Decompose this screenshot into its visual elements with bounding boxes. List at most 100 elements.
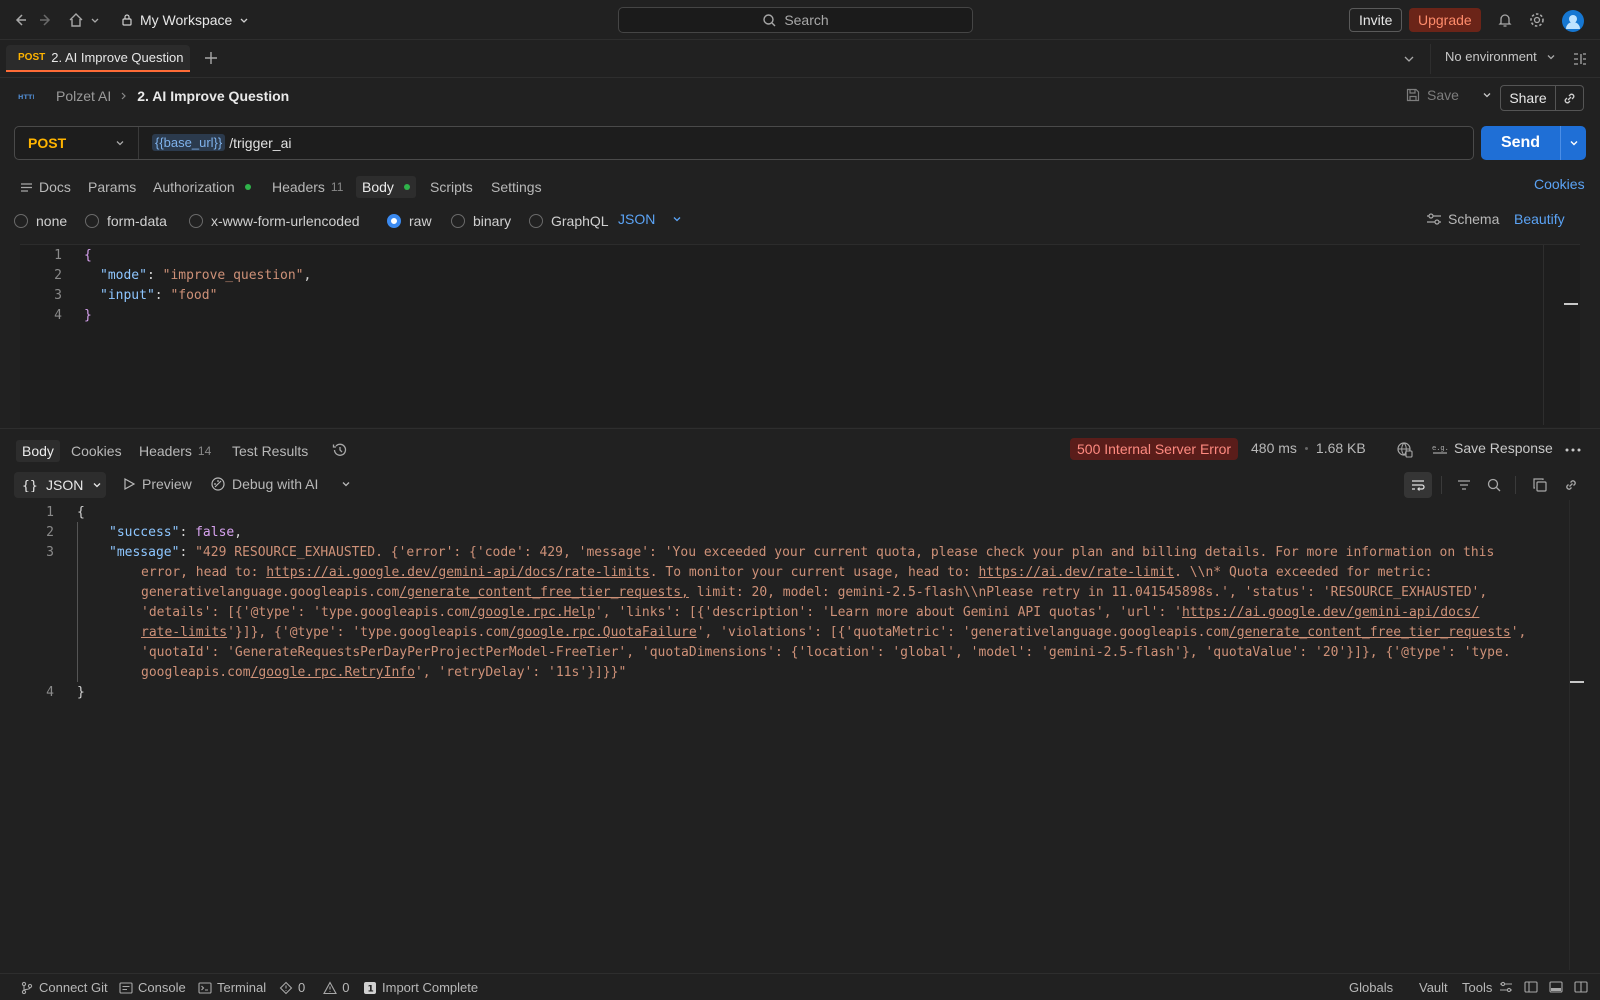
forward-arrow-icon[interactable] xyxy=(37,11,55,29)
tab-headers[interactable]: Headers 11 xyxy=(272,176,343,198)
wrap-lines-button[interactable] xyxy=(1404,472,1432,498)
layout-sidebar-icon[interactable] xyxy=(1524,980,1538,994)
tools-button[interactable]: Tools xyxy=(1462,980,1492,995)
send-button[interactable]: Send xyxy=(1481,126,1560,160)
back-arrow-icon[interactable] xyxy=(11,11,29,29)
rate-limit-link[interactable]: https://ai.dev/rate-limit xyxy=(978,565,1174,580)
status-badge[interactable]: 500 Internal Server Error xyxy=(1070,438,1239,460)
response-tab-cookies[interactable]: Cookies xyxy=(71,440,122,462)
quota-failure-link[interactable]: /google.rpc.QuotaFailure xyxy=(509,625,697,640)
pane-divider[interactable] xyxy=(0,428,1600,429)
url-input[interactable]: {{base_url}} /trigger_ai xyxy=(152,134,292,151)
environment-selector[interactable]: No environment xyxy=(1445,49,1557,64)
radio-circle xyxy=(14,214,28,228)
url-variable[interactable]: {{base_url}} xyxy=(152,134,226,151)
chevron-down-icon xyxy=(91,479,103,491)
console-button[interactable]: Console xyxy=(119,980,186,995)
cookies-link[interactable]: Cookies xyxy=(1534,176,1585,192)
radio-graphql[interactable]: GraphQL xyxy=(529,211,609,231)
tab-params[interactable]: Params xyxy=(88,176,136,198)
metric-link[interactable]: /generate_content_free_tier_requests xyxy=(1229,625,1511,640)
avatar[interactable] xyxy=(1562,10,1584,32)
upgrade-button[interactable]: Upgrade xyxy=(1409,8,1481,32)
debug-chevron-down-icon[interactable] xyxy=(340,478,352,490)
vault-button[interactable]: Vault xyxy=(1419,980,1448,995)
response-time[interactable]: 480 ms xyxy=(1251,440,1297,456)
copy-icon[interactable] xyxy=(1532,477,1548,493)
home-chevron-down-icon[interactable] xyxy=(89,11,101,29)
response-scrollbar[interactable] xyxy=(1569,500,1570,970)
beautify-button[interactable]: Beautify xyxy=(1514,211,1565,227)
home-icon[interactable] xyxy=(67,11,85,29)
json-string: "429 RESOURCE_EXHAUSTED. {'error': {'cod… xyxy=(195,545,1495,560)
share-button[interactable]: Share xyxy=(1500,85,1556,111)
json-string-part: '}]}, {'@type': 'type.googleapis.com xyxy=(227,625,509,640)
json-string-part: ', 'retryDelay': '11s'}]}}" xyxy=(414,665,627,680)
layout-bottom-panel-icon[interactable] xyxy=(1549,980,1563,994)
schema-button[interactable]: Schema xyxy=(1426,211,1499,227)
method-select[interactable]: POST xyxy=(15,127,139,159)
editor-scrollbar[interactable] xyxy=(1543,245,1544,425)
history-icon[interactable] xyxy=(331,441,349,459)
tab-docs[interactable]: Docs xyxy=(20,176,71,198)
workspace-switcher[interactable]: My Workspace xyxy=(120,10,250,30)
save-button[interactable]: Save xyxy=(1405,87,1493,103)
docs-link[interactable]: https://ai.google.dev/gemini-api/docs/ra… xyxy=(266,565,650,580)
send-options-button[interactable] xyxy=(1560,126,1586,160)
search-icon[interactable] xyxy=(1486,477,1502,493)
retry-info-link[interactable]: /google.rpc.RetryInfo xyxy=(251,665,415,680)
problems-indicator[interactable]: 0 0 xyxy=(279,980,349,995)
status-bar: Connect Git Console Terminal 0 0 1 Impor… xyxy=(0,973,1600,1000)
gear-icon[interactable] xyxy=(1528,11,1546,29)
debug-with-ai-button[interactable]: Debug with AI xyxy=(210,476,352,492)
tab-request[interactable]: POST 2. AI Improve Question xyxy=(6,45,190,72)
terminal-button[interactable]: Terminal xyxy=(198,980,266,995)
more-options-icon[interactable] xyxy=(1564,441,1582,459)
settings-sliders-icon[interactable] xyxy=(1499,980,1513,994)
notification-badge-icon: 1 xyxy=(363,981,377,995)
radio-form-data[interactable]: form-data xyxy=(85,211,167,231)
metric-link[interactable]: /generate_content_free_tier_requests, xyxy=(399,585,689,600)
bell-icon[interactable] xyxy=(1496,11,1514,29)
response-tab-test-results[interactable]: Test Results xyxy=(232,440,308,462)
response-tab-headers[interactable]: Headers 14 xyxy=(139,440,211,462)
radio-raw-label: raw xyxy=(409,213,432,229)
docs-link-continued[interactable]: rate-limits xyxy=(141,625,227,640)
radio-raw[interactable]: raw xyxy=(387,211,432,231)
tab-body[interactable]: Body xyxy=(356,176,416,198)
invite-button[interactable]: Invite xyxy=(1349,8,1403,32)
import-status[interactable]: 1 Import Complete xyxy=(363,980,478,995)
braces-icon: {} xyxy=(22,478,38,492)
tabs-chevron-down-icon[interactable] xyxy=(1402,52,1416,66)
response-size[interactable]: 1.68 KB xyxy=(1316,440,1366,456)
layout-two-pane-icon[interactable] xyxy=(1574,980,1588,994)
copy-link-button[interactable] xyxy=(1556,85,1584,111)
save-response-button[interactable]: e.g. Save Response xyxy=(1432,440,1553,456)
link-icon[interactable] xyxy=(1563,477,1579,493)
connect-git-button[interactable]: Connect Git xyxy=(20,980,108,995)
radio-binary[interactable]: binary xyxy=(451,211,511,231)
breadcrumb-collection[interactable]: Polzet AI xyxy=(56,88,111,104)
json-key: "mode" xyxy=(100,268,147,283)
json-string-part: . \\n* Quota exceeded for metric: xyxy=(1174,565,1433,580)
radio-none[interactable]: none xyxy=(14,211,67,231)
new-tab-plus-icon[interactable] xyxy=(203,50,219,66)
rpc-help-link[interactable]: /google.rpc.Help xyxy=(470,605,595,620)
tab-docs-label: Docs xyxy=(39,179,71,195)
globals-button[interactable]: Globals xyxy=(1349,980,1393,995)
tab-scripts[interactable]: Scripts xyxy=(430,176,473,198)
response-format-select[interactable]: {} JSON xyxy=(14,472,106,498)
tab-authorization[interactable]: Authorization xyxy=(153,176,251,198)
docs-link[interactable]: https://ai.google.dev/gemini-api/docs/ xyxy=(1182,605,1479,620)
breadcrumb-request[interactable]: 2. AI Improve Question xyxy=(137,88,289,104)
environment-quicklook-icon[interactable] xyxy=(1572,51,1588,67)
filter-icon[interactable] xyxy=(1456,477,1472,493)
radio-urlencoded[interactable]: x-www-form-urlencoded xyxy=(189,211,360,231)
raw-format-select[interactable]: JSON xyxy=(618,211,683,227)
search-input[interactable]: Search xyxy=(618,7,973,33)
preview-button[interactable]: Preview xyxy=(122,476,192,492)
network-globe-icon[interactable] xyxy=(1396,441,1414,459)
tab-settings[interactable]: Settings xyxy=(491,176,542,198)
save-chevron-down-icon[interactable] xyxy=(1481,89,1493,101)
response-tab-body[interactable]: Body xyxy=(16,440,60,462)
